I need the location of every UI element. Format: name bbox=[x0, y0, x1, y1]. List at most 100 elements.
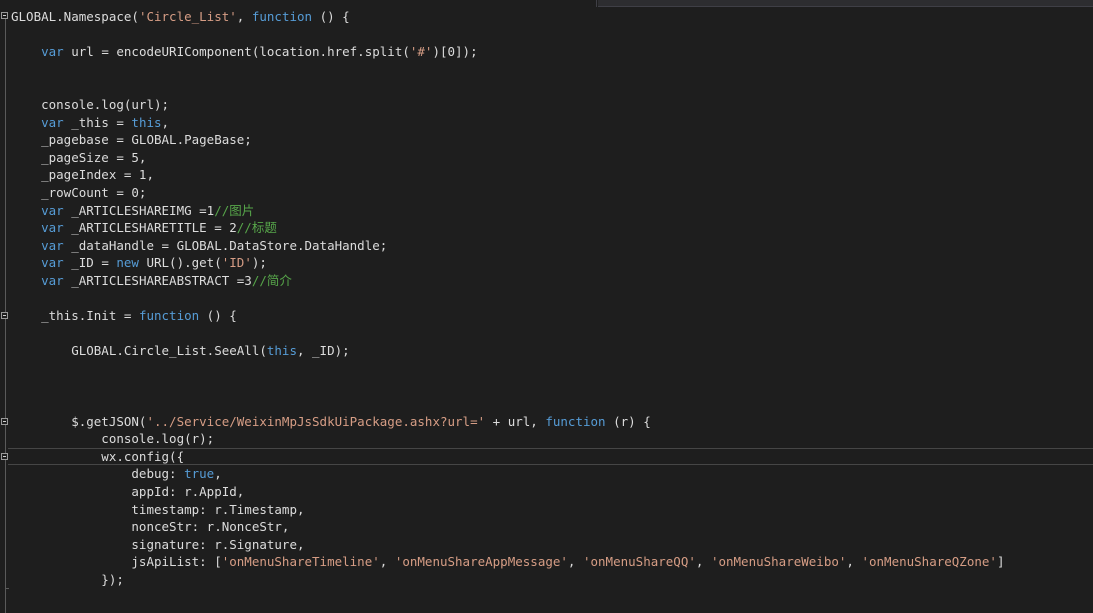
code-token: 'onMenuShareQZone' bbox=[861, 554, 997, 570]
code-token: timestamp: r.Timestamp, bbox=[11, 501, 305, 517]
code-token: , bbox=[236, 9, 252, 24]
code-line[interactable]: var _dataHandle = GLOBAL.DataStore.DataH… bbox=[11, 237, 1004, 255]
code-token: this bbox=[131, 114, 162, 130]
code-line[interactable] bbox=[11, 26, 1004, 44]
code-token: , bbox=[214, 466, 222, 482]
code-line[interactable]: _pageSize = 5, bbox=[11, 149, 1004, 167]
code-line[interactable]: wx.config({ bbox=[11, 448, 1004, 466]
code-token: GLOBAL.Namespace( bbox=[11, 9, 139, 24]
collapse-icon[interactable] bbox=[1, 12, 8, 19]
code-token: , bbox=[846, 554, 862, 570]
code-token: )[0]); bbox=[432, 44, 478, 60]
code-token: _pageIndex = 1, bbox=[11, 167, 154, 183]
code-line[interactable]: _pagebase = GLOBAL.PageBase; bbox=[11, 131, 1004, 149]
code-line[interactable] bbox=[11, 78, 1004, 96]
code-line[interactable] bbox=[11, 61, 1004, 79]
code-token: ] bbox=[996, 554, 1005, 570]
code-token: console.log(url); bbox=[11, 96, 170, 112]
code-token: function bbox=[545, 413, 606, 429]
code-token: }); bbox=[11, 572, 124, 587]
code-token: var bbox=[41, 202, 64, 218]
code-token: //标题 bbox=[236, 220, 277, 236]
code-token: 'onMenuShareWeibo' bbox=[710, 554, 847, 570]
code-token: var bbox=[41, 237, 64, 253]
code-token: '#' bbox=[409, 44, 433, 60]
pane-separator bbox=[596, 0, 597, 7]
code-line[interactable] bbox=[11, 290, 1004, 308]
code-line[interactable]: timestamp: r.Timestamp, bbox=[11, 501, 1004, 519]
code-line[interactable]: debug: true, bbox=[11, 465, 1004, 483]
code-token: var bbox=[41, 44, 64, 60]
collapse-icon[interactable] bbox=[1, 418, 8, 425]
code-editor[interactable]: GLOBAL.Namespace('Circle_List', function… bbox=[0, 0, 1093, 613]
code-line[interactable]: jsApiList: ['onMenuShareTimeline', 'onMe… bbox=[11, 553, 1004, 571]
code-line[interactable]: _pageIndex = 1, bbox=[11, 166, 1004, 184]
code-token: var bbox=[41, 272, 64, 288]
code-token: debug: bbox=[11, 466, 185, 482]
code-token: url = encodeURIComponent(location.href.s… bbox=[63, 44, 410, 60]
code-line[interactable]: var _ARTICLESHAREIMG =1//图片 bbox=[11, 202, 1004, 220]
code-line[interactable]: GLOBAL.Namespace('Circle_List', function… bbox=[11, 8, 1004, 26]
code-line[interactable]: var url = encodeURIComponent(location.hr… bbox=[11, 43, 1004, 61]
code-line[interactable] bbox=[11, 589, 1004, 607]
code-token: , bbox=[567, 554, 583, 570]
code-line[interactable]: signature: r.Signature, bbox=[11, 536, 1004, 554]
code-line[interactable]: var _this = this, bbox=[11, 114, 1004, 132]
code-token: _this.Init = bbox=[11, 308, 139, 324]
code-token: () { bbox=[199, 308, 237, 324]
code-line[interactable]: appId: r.AppId, bbox=[11, 483, 1004, 501]
code-line[interactable]: console.log(url); bbox=[11, 96, 1004, 114]
code-line[interactable]: $.getJSON('../Service/WeixinMpJsSdkUiPac… bbox=[11, 413, 1004, 431]
code-token: , _ID); bbox=[296, 343, 350, 359]
code-token: _pagebase = GLOBAL.PageBase; bbox=[11, 132, 252, 148]
code-line[interactable]: var _ID = new URL().get('ID'); bbox=[11, 254, 1004, 272]
code-token: //简介 bbox=[251, 272, 292, 288]
code-line[interactable]: GLOBAL.Circle_List.SeeAll(this, _ID); bbox=[11, 342, 1004, 360]
collapse-icon[interactable] bbox=[1, 312, 8, 319]
code-token: 'onMenuShareAppMessage' bbox=[394, 554, 568, 570]
code-line[interactable]: }); bbox=[11, 571, 1004, 589]
code-token: () { bbox=[312, 9, 350, 24]
code-token: $.getJSON( bbox=[11, 413, 147, 429]
code-token: URL().get( bbox=[138, 255, 222, 271]
code-token: this bbox=[266, 343, 297, 359]
code-token: _this = bbox=[63, 114, 132, 130]
code-line[interactable] bbox=[11, 360, 1004, 378]
code-token: var bbox=[41, 114, 64, 130]
code-token: _ID = bbox=[63, 255, 117, 271]
code-line[interactable]: var _ARTICLESHAREABSTRACT =3//简介 bbox=[11, 272, 1004, 290]
code-text[interactable]: GLOBAL.Namespace('Circle_List', function… bbox=[11, 8, 1004, 606]
code-token: 'onMenuShareQQ' bbox=[582, 554, 696, 570]
code-line[interactable]: var _ARTICLESHARETITLE = 2//标题 bbox=[11, 219, 1004, 237]
code-token: _ARTICLESHAREABSTRACT =3 bbox=[63, 272, 252, 288]
code-token: + url, bbox=[485, 413, 546, 429]
code-token: console.log(r); bbox=[11, 431, 215, 447]
code-token: , bbox=[695, 554, 711, 570]
code-token: var bbox=[41, 255, 64, 271]
code-line[interactable]: _rowCount = 0; bbox=[11, 184, 1004, 202]
code-token: appId: r.AppId, bbox=[11, 484, 245, 500]
code-token: function bbox=[251, 9, 313, 24]
code-line[interactable] bbox=[11, 325, 1004, 343]
code-token: _dataHandle = GLOBAL.DataStore.DataHandl… bbox=[63, 237, 388, 253]
code-line[interactable] bbox=[11, 377, 1004, 395]
code-token: _rowCount = 0; bbox=[11, 184, 147, 200]
code-token: wx.config({ bbox=[11, 448, 185, 464]
code-token: (r) { bbox=[605, 413, 651, 429]
code-token: nonceStr: r.NonceStr, bbox=[11, 519, 290, 535]
code-token: //图片 bbox=[214, 202, 255, 218]
code-line[interactable] bbox=[11, 395, 1004, 413]
code-line[interactable]: console.log(r); bbox=[11, 430, 1004, 448]
code-line[interactable]: nonceStr: r.NonceStr, bbox=[11, 518, 1004, 536]
code-token: 'ID' bbox=[221, 255, 252, 271]
code-token: true bbox=[184, 466, 215, 482]
code-token: 'onMenuShareTimeline' bbox=[221, 554, 380, 570]
code-token: signature: r.Signature, bbox=[11, 536, 305, 552]
collapse-icon[interactable] bbox=[1, 453, 8, 460]
code-token: new bbox=[116, 255, 139, 271]
code-line[interactable]: _this.Init = function () { bbox=[11, 307, 1004, 325]
